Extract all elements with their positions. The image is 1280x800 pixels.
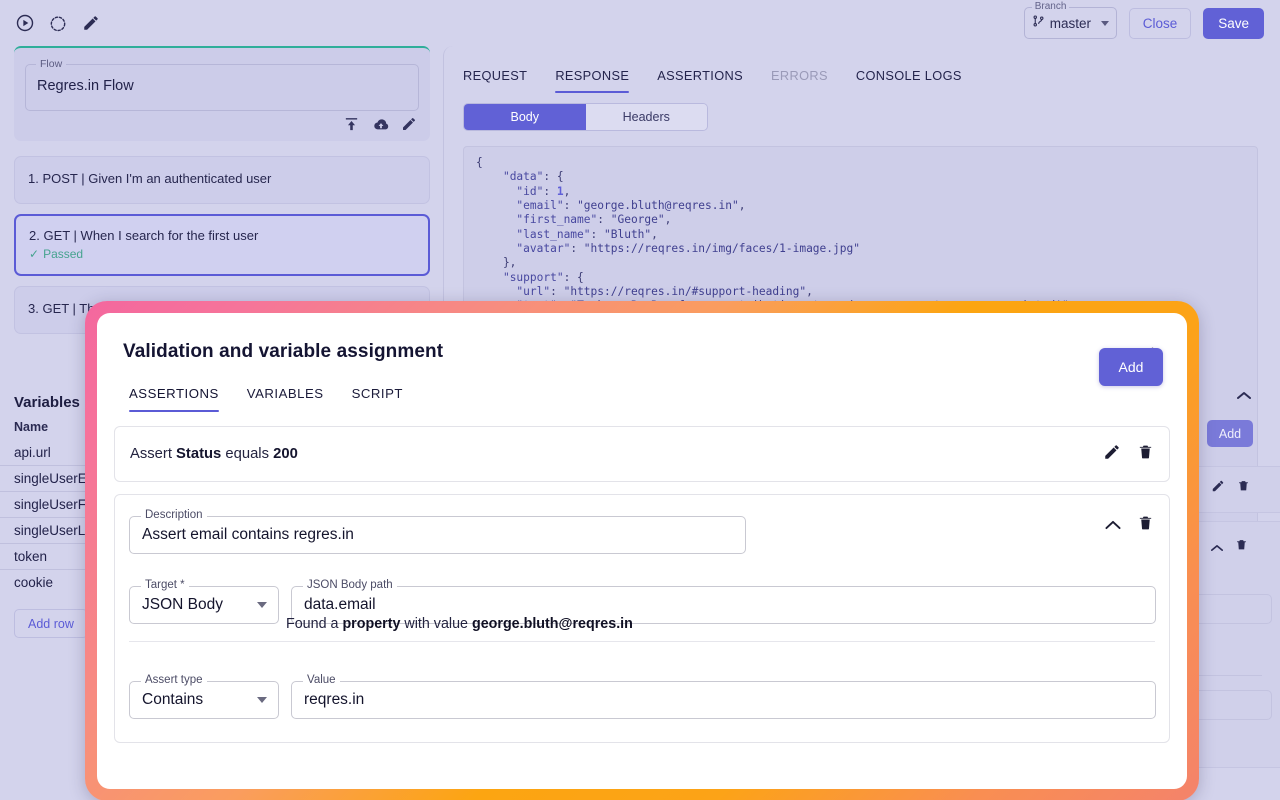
assertion-card-actions	[1105, 514, 1154, 537]
assert-type-value: Contains	[142, 691, 204, 708]
delete-icon[interactable]	[1235, 538, 1248, 557]
assertion-expected: 200	[273, 446, 298, 462]
page-title: Validation and variable assignment	[123, 341, 444, 362]
assert-type-select[interactable]: Assert type Contains	[129, 674, 279, 719]
edit-icon[interactable]	[1103, 443, 1121, 466]
close-button[interactable]: Close	[1128, 7, 1192, 39]
assert-value-value: reqres.in	[304, 691, 365, 708]
run-icon[interactable]	[14, 12, 36, 34]
background-divider	[1192, 675, 1262, 676]
modal-tabs: ASSERTIONS VARIABLES SCRIPT Add	[97, 348, 1187, 412]
app-root: Branch master Close Save Flow Regres.in …	[0, 0, 1280, 800]
step-status-badge: ✓ Passed	[16, 243, 428, 261]
assertion-prefix: Assert	[130, 446, 177, 462]
assertion-subject: Status	[176, 446, 222, 462]
assert-type-label: Assert type	[141, 674, 207, 686]
cloud-download-icon[interactable]	[372, 116, 389, 133]
assertion-summary-text: Assert Status equals 200	[130, 446, 298, 462]
tab-response[interactable]: RESPONSE	[541, 68, 643, 93]
target-label: Target *	[141, 579, 189, 591]
delete-icon[interactable]	[1237, 479, 1250, 498]
tab-errors[interactable]: ERRORS	[757, 68, 842, 93]
flow-name-field[interactable]: Flow Regres.in Flow	[25, 58, 419, 111]
description-label: Description	[141, 509, 207, 521]
step-title: 1. POST | Given I'm an authenticated use…	[28, 171, 272, 186]
found-kind: property	[342, 616, 401, 632]
add-row-button[interactable]: Add row	[14, 609, 88, 638]
flow-field-label: Flow	[36, 58, 67, 70]
description-field[interactable]: Description Assert email contains regres…	[129, 509, 746, 554]
tab-console-logs[interactable]: CONSOLE LOGS	[842, 68, 976, 93]
step-card-2[interactable]: 2. GET | When I search for the first use…	[14, 214, 430, 276]
chevron-down-icon	[257, 602, 267, 608]
edit-icon[interactable]	[1211, 479, 1225, 498]
toolbar-right: Branch master Close Save	[1023, 1, 1280, 39]
chevron-up-icon[interactable]	[1211, 539, 1223, 557]
upload-icon[interactable]	[343, 116, 360, 133]
step-card-1[interactable]: 1. POST | Given I'm an authenticated use…	[14, 156, 430, 204]
segment-headers[interactable]: Headers	[585, 104, 707, 130]
branch-value: master	[1049, 15, 1091, 31]
modal-header: Validation and variable assignment	[97, 313, 1187, 363]
branch-selector[interactable]: Branch master	[1023, 1, 1117, 39]
assert-value-label: Value	[303, 674, 340, 686]
chevron-up-icon[interactable]	[1237, 387, 1251, 405]
tab-assertions[interactable]: ASSERTIONS	[115, 386, 233, 412]
step-status-text: Passed	[43, 247, 84, 261]
toolbar-actions	[0, 12, 102, 34]
background-row-actions	[1211, 479, 1250, 498]
tab-variables[interactable]: VARIABLES	[233, 386, 338, 412]
assert-value-field[interactable]: Value reqres.in	[291, 674, 1156, 719]
json-body-path-label: JSON Body path	[303, 579, 397, 591]
check-icon: ✓	[29, 247, 40, 261]
background-field-2[interactable]	[1192, 690, 1272, 720]
body-headers-toggle: Body Headers	[463, 103, 708, 131]
chevron-up-icon[interactable]	[1105, 517, 1121, 535]
flow-card: Flow Regres.in Flow	[14, 46, 430, 141]
background-add-button[interactable]: Add	[1207, 420, 1253, 447]
found-value-message: Found a property with value george.bluth…	[286, 616, 633, 632]
reset-icon[interactable]	[47, 12, 69, 34]
found-prefix: Found a	[286, 616, 343, 632]
divider	[129, 641, 1155, 642]
branch-label: Branch	[1031, 1, 1070, 13]
step-title: 2. GET | When I search for the first use…	[29, 228, 259, 243]
tab-assertions[interactable]: ASSERTIONS	[643, 68, 757, 93]
edit-icon[interactable]	[80, 12, 102, 34]
found-value: george.bluth@reqres.in	[471, 616, 633, 632]
assertion-detail-card: Description Assert email contains regres…	[114, 494, 1170, 743]
git-branch-icon	[1032, 14, 1045, 33]
assertion-row-actions	[1103, 443, 1154, 466]
delete-icon[interactable]	[1137, 514, 1154, 537]
edit-icon[interactable]	[401, 116, 418, 133]
save-button[interactable]: Save	[1203, 7, 1264, 39]
top-toolbar: Branch master Close Save	[0, 0, 1280, 46]
background-field-1[interactable]	[1192, 594, 1272, 624]
background-assert-card[interactable]	[1190, 521, 1280, 768]
validation-modal: Validation and variable assignment ASSER…	[97, 313, 1187, 789]
target-select[interactable]: Target * JSON Body	[129, 579, 279, 624]
flow-card-actions	[343, 116, 418, 133]
delete-icon[interactable]	[1137, 443, 1154, 466]
tab-request[interactable]: REQUEST	[463, 68, 541, 93]
segment-body[interactable]: Body	[464, 104, 586, 130]
add-assertion-button[interactable]: Add	[1099, 348, 1163, 386]
response-tabs: REQUEST RESPONSE ASSERTIONS ERRORS CONSO…	[444, 46, 1280, 93]
target-value: JSON Body	[142, 596, 223, 613]
modal-gradient-border: Validation and variable assignment ASSER…	[85, 301, 1199, 800]
assertion-operator: equals	[221, 446, 274, 462]
flow-name-value: Regres.in Flow	[37, 78, 134, 94]
background-card-actions	[1211, 538, 1248, 557]
chevron-down-icon	[257, 697, 267, 703]
json-body-path-value: data.email	[304, 596, 376, 613]
chevron-down-icon	[1100, 20, 1109, 26]
assertion-summary-row[interactable]: Assert Status equals 200	[114, 426, 1170, 482]
description-value: Assert email contains regres.in	[142, 526, 354, 543]
modal-body: Assert Status equals 200 Description Ass…	[97, 426, 1187, 743]
found-middle: with value	[400, 616, 472, 632]
tab-script[interactable]: SCRIPT	[338, 386, 417, 412]
